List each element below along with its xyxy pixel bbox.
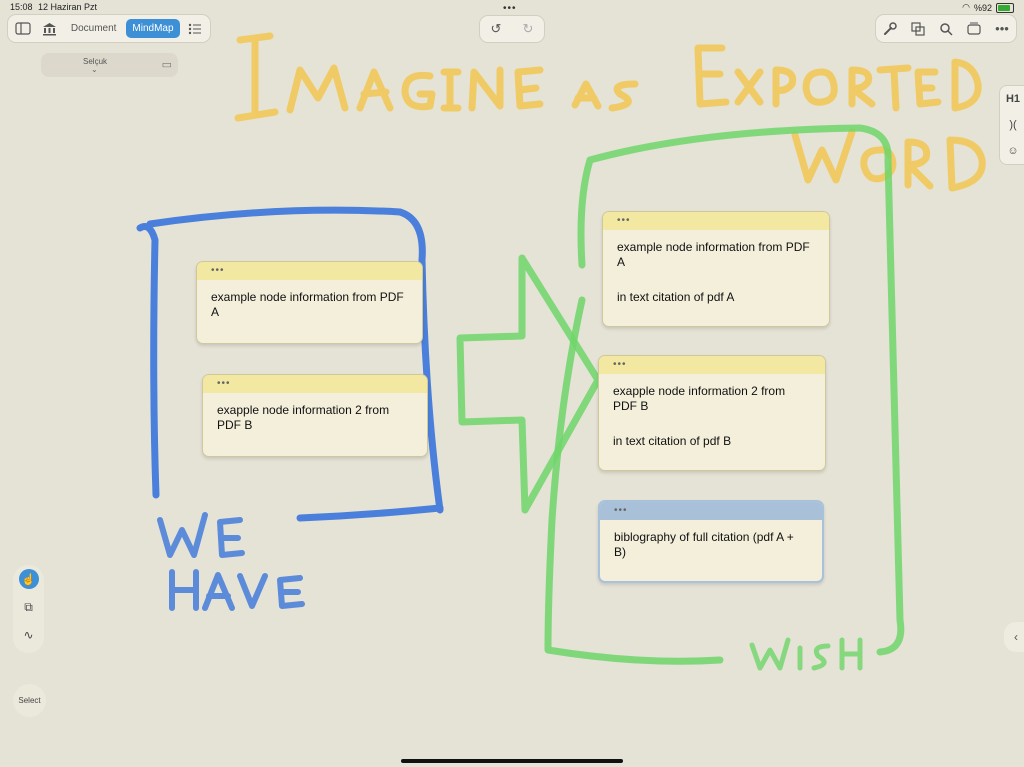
node-text: exapple node information 2 from PDF B (217, 403, 390, 432)
node-menu-icon[interactable]: ••• (614, 505, 628, 516)
home-indicator[interactable] (401, 759, 623, 763)
node-have-2[interactable]: ••• exapple node information 2 from PDF … (202, 374, 428, 457)
green-arrow-ink (456, 254, 602, 514)
node-wish-3[interactable]: ••• biblography of full citation (pdf A … (598, 500, 824, 583)
node-text: biblography of full citation (pdf A + B) (614, 530, 794, 559)
ink-layer (136, 32, 986, 671)
node-menu-icon[interactable]: ••• (217, 378, 231, 389)
node-menu-icon[interactable]: ••• (211, 265, 225, 276)
node-wish-1[interactable]: ••• example node information from PDF A … (602, 211, 830, 327)
node-header: ••• (203, 375, 427, 393)
blue-box-ink (136, 206, 444, 522)
node-menu-icon[interactable]: ••• (617, 215, 631, 226)
node-menu-icon[interactable]: ••• (613, 359, 627, 370)
node-header: ••• (599, 356, 825, 374)
handwriting-heading (234, 32, 986, 192)
node-text: example node information from PDF A (211, 290, 404, 319)
node-citation: in text citation of pdf A (617, 290, 735, 304)
node-text: exapple node information 2 from PDF B (613, 384, 786, 413)
node-wish-2[interactable]: ••• exapple node information 2 from PDF … (598, 355, 826, 471)
node-text: example node information from PDF A (617, 240, 810, 269)
handwriting-wish (749, 637, 863, 671)
node-header: ••• (600, 502, 822, 520)
node-have-1[interactable]: ••• example node information from PDF A (196, 261, 423, 344)
node-header: ••• (603, 212, 829, 230)
node-citation: in text citation of pdf B (613, 434, 732, 448)
node-header: ••• (197, 262, 422, 280)
handwriting-we-have (157, 512, 305, 611)
